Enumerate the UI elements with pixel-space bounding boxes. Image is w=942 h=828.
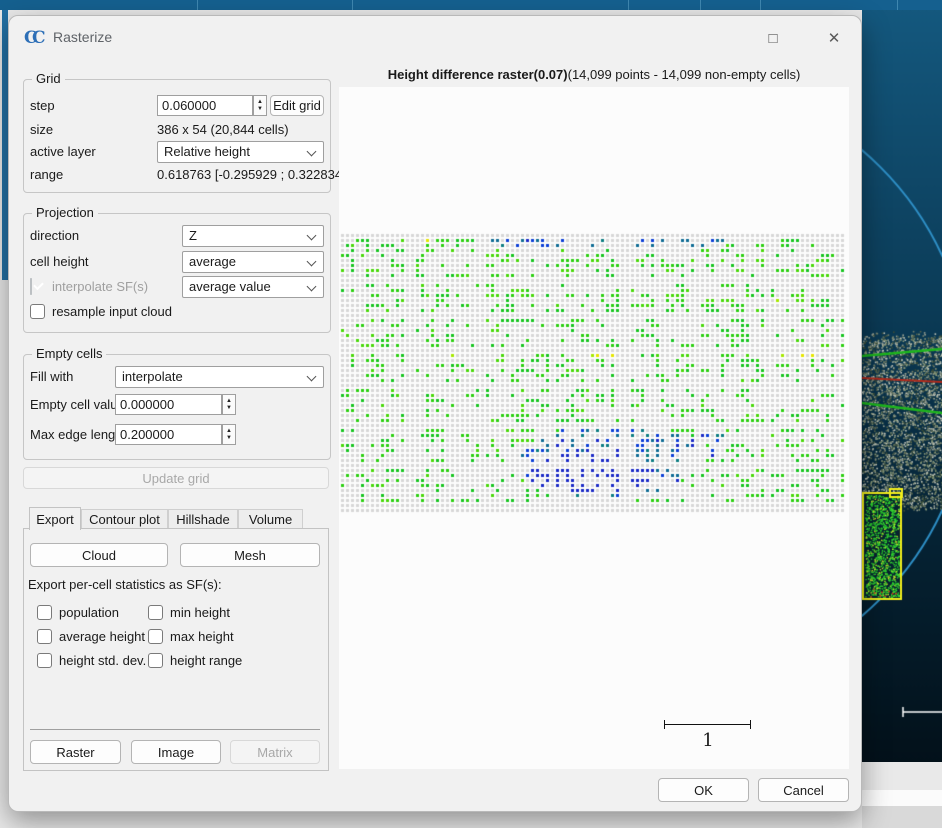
min-height-checkbox[interactable]	[148, 605, 163, 620]
plot-scale-bar	[664, 724, 751, 725]
toolbar-separator	[760, 0, 761, 10]
window-titlebar[interactable]: C C Rasterize □ ✕	[9, 16, 861, 61]
active-layer-label: active layer	[30, 144, 96, 159]
stats-label: Export per-cell statistics as SF(s):	[28, 577, 222, 592]
close-button[interactable]: ✕	[816, 23, 852, 53]
export-tab-panel: Cloud Mesh Export per-cell statistics as…	[23, 528, 329, 771]
range-label: range	[30, 167, 64, 182]
grid-groupbox: Grid step 0.060000 ▲ ▼ Edit grid size 38…	[23, 71, 346, 193]
tab-hillshade[interactable]: Hillshade	[168, 509, 238, 529]
raster-preview-area[interactable]: 1	[339, 87, 849, 769]
max-edge-length-label: Max edge length	[30, 427, 127, 442]
range-value: 0.618763 [-0.295929 ; 0.322834]	[157, 167, 346, 182]
interpolate-sf-label: interpolate SF(s)	[52, 279, 149, 294]
window-title: Rasterize	[53, 29, 113, 45]
interpolate-sf-checkbox	[30, 278, 32, 295]
max-edge-length-input[interactable]: 0.200000	[115, 424, 222, 445]
max-height-label: max height	[170, 629, 234, 644]
toolbar-separator	[352, 0, 353, 10]
export-raster-button[interactable]: Raster	[30, 740, 121, 764]
chevron-down-icon	[306, 256, 317, 267]
cancel-button[interactable]: Cancel	[758, 778, 849, 802]
toolbar-separator	[897, 0, 898, 10]
tab-contour-plot[interactable]: Contour plot	[81, 509, 168, 529]
min-height-label: min height	[170, 605, 230, 620]
height-range-label: height range	[170, 653, 243, 668]
resample-checkbox[interactable]	[30, 304, 45, 319]
spin-down-icon[interactable]: ▼	[226, 405, 232, 412]
spin-up-icon[interactable]: ▲	[257, 99, 263, 106]
empty-cells-groupbox: Empty cells Fill with interpolate Empty …	[23, 346, 331, 460]
spin-up-icon[interactable]: ▲	[226, 428, 232, 435]
empty-cell-value-label: Empty cell value	[30, 397, 125, 412]
fill-with-select[interactable]: interpolate	[115, 366, 324, 388]
edit-grid-button[interactable]: Edit grid	[270, 95, 324, 116]
plot-scale-label: 1	[702, 730, 714, 751]
export-image-button[interactable]: Image	[131, 740, 221, 764]
toolbar-separator	[700, 0, 701, 10]
height-std-dev-checkbox[interactable]	[37, 653, 52, 668]
maximize-button[interactable]: □	[755, 23, 791, 53]
toolbar-separator	[197, 0, 198, 10]
export-tabbar: Export Contour plot Hillshade Volume	[23, 507, 329, 530]
export-matrix-button: Matrix	[230, 740, 320, 764]
empty-cells-group-label: Empty cells	[32, 346, 107, 361]
chevron-down-icon	[306, 146, 317, 157]
size-label: size	[30, 122, 54, 137]
step-input[interactable]: 0.060000	[157, 95, 253, 116]
interpolate-sf-select[interactable]: average value	[182, 276, 324, 298]
toolbar-separator	[628, 0, 629, 10]
step-spinner[interactable]: ▲ ▼	[253, 95, 267, 116]
tab-volume[interactable]: Volume	[238, 509, 303, 529]
spin-up-icon[interactable]: ▲	[226, 398, 232, 405]
direction-label: direction	[30, 228, 80, 243]
raster-preview-canvas[interactable]	[340, 233, 848, 513]
background-panel	[862, 762, 942, 790]
grid-group-label: Grid	[32, 71, 65, 86]
size-value: 386 x 54 (20,844 cells)	[157, 122, 289, 137]
projection-groupbox: Projection direction Z cell height avera…	[23, 205, 331, 333]
export-mesh-button[interactable]: Mesh	[180, 543, 320, 567]
plot-scale-tick-left	[664, 720, 665, 729]
active-layer-select[interactable]: Relative height	[157, 141, 324, 163]
background-panel	[862, 806, 942, 828]
svg-text:C: C	[32, 28, 46, 48]
height-std-dev-label: height std. dev.	[59, 653, 147, 668]
max-edge-length-spinner[interactable]: ▲ ▼	[222, 424, 236, 445]
height-range-checkbox[interactable]	[148, 653, 163, 668]
average-height-label: average height	[59, 629, 146, 644]
max-height-checkbox[interactable]	[148, 629, 163, 644]
app-toolbar-strip	[0, 0, 942, 10]
tab-export[interactable]: Export	[29, 507, 81, 530]
screen: { "window": {"title": "Rasterize", "maxi…	[0, 0, 942, 828]
fill-with-label: Fill with	[30, 369, 74, 384]
panel-separator	[30, 729, 320, 730]
chevron-down-icon	[306, 371, 317, 382]
background-panel	[862, 790, 942, 806]
population-label: population	[59, 605, 119, 620]
projection-group-label: Projection	[32, 205, 98, 220]
empty-cell-value-spinner[interactable]: ▲ ▼	[222, 394, 236, 415]
cell-height-label: cell height	[30, 254, 89, 269]
step-label: step	[30, 98, 55, 113]
plot-scale-tick-right	[750, 720, 751, 729]
cell-height-select[interactable]: average	[182, 251, 324, 273]
background-3d-viewport[interactable]	[862, 10, 942, 828]
ok-button[interactable]: OK	[658, 778, 749, 802]
spin-down-icon[interactable]: ▼	[257, 106, 263, 113]
chevron-down-icon	[306, 281, 317, 292]
plot-title: Height difference raster(0.07) (14,099 p…	[387, 67, 801, 82]
average-height-checkbox[interactable]	[37, 629, 52, 644]
update-grid-button: Update grid	[23, 467, 329, 489]
chevron-down-icon	[306, 230, 317, 241]
population-checkbox[interactable]	[37, 605, 52, 620]
empty-cell-value-input[interactable]: 0.000000	[115, 394, 222, 415]
direction-select[interactable]: Z	[182, 225, 324, 247]
app-icon: C C	[24, 28, 48, 51]
resample-label: resample input cloud	[52, 304, 172, 319]
rasterize-dialog: C C Rasterize □ ✕ Grid step 0.060000 ▲ ▼…	[8, 15, 862, 812]
spin-down-icon[interactable]: ▼	[226, 435, 232, 442]
export-cloud-button[interactable]: Cloud	[30, 543, 168, 567]
